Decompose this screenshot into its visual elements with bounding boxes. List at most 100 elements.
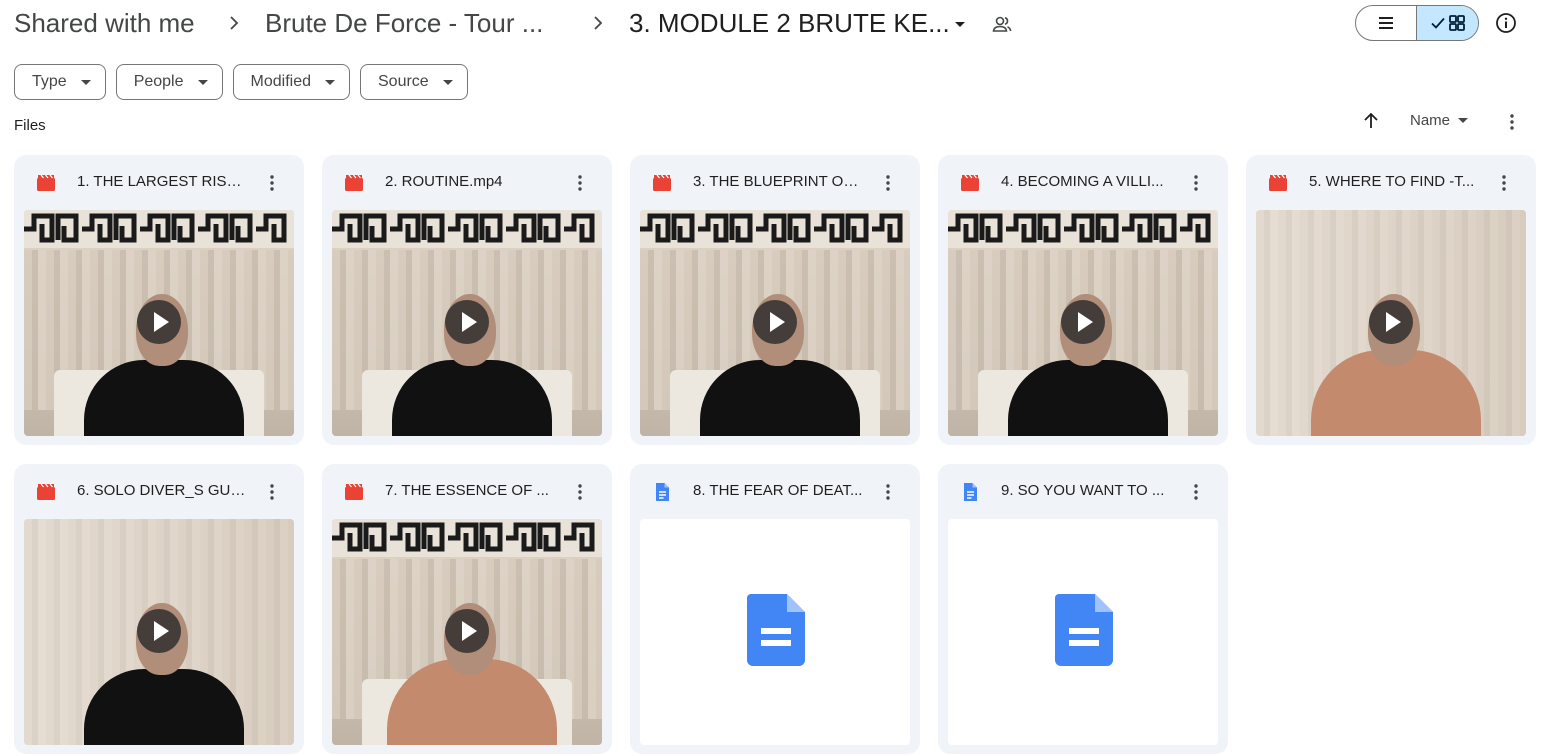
video-file-icon: [960, 173, 980, 193]
play-icon[interactable]: [445, 609, 489, 653]
file-card[interactable]: 5. WHERE TO FIND -T...: [1246, 155, 1536, 445]
thumbnail-person: [1008, 360, 1168, 436]
file-title: 6. SOLO DIVER_S GUI...: [77, 482, 247, 499]
sort-by-name-button[interactable]: Name: [1410, 112, 1469, 129]
thumbnail-pattern: [332, 519, 602, 557]
breadcrumb-shared-with-me[interactable]: Shared with me: [14, 6, 195, 40]
file-card-header: 7. THE ESSENCE OF ...: [322, 464, 612, 518]
view-toggle: [1355, 5, 1479, 41]
document-thumbnail[interactable]: [640, 519, 910, 745]
file-card[interactable]: 7. THE ESSENCE OF ...: [322, 464, 612, 754]
file-title: 9. SO YOU WANT TO ...: [1001, 482, 1165, 499]
check-icon: [1430, 17, 1445, 29]
filter-chips: Type People Modified Source: [14, 64, 468, 100]
thumbnail-person: [700, 360, 860, 436]
sort-direction-icon[interactable]: [1360, 110, 1382, 132]
grid-view-button[interactable]: [1417, 6, 1478, 40]
video-file-icon: [36, 482, 56, 502]
sort-by-label: Name: [1410, 112, 1451, 129]
file-card-header: 9. SO YOU WANT TO ...: [938, 464, 1228, 518]
file-card-header: 4. BECOMING A VILLI...: [938, 155, 1228, 209]
caret-down-icon: [442, 79, 453, 85]
file-card-header: 8. THE FEAR OF DEAT...: [630, 464, 920, 518]
video-thumbnail[interactable]: [332, 519, 602, 745]
list-icon: [1379, 17, 1393, 29]
document-thumbnail[interactable]: [948, 519, 1218, 745]
files-section-label: Files: [14, 117, 46, 134]
thumbnail-person: [84, 360, 244, 436]
filter-people-label: People: [133, 73, 184, 90]
file-card[interactable]: 1. THE LARGEST RISK ...: [14, 155, 304, 445]
filter-type-label: Type: [32, 73, 67, 90]
breadcrumb-current-folder[interactable]: 3. MODULE 2 BRUTE KE...: [629, 6, 950, 40]
header-bar: Shared with me Brute De Force - Tour ...…: [0, 0, 1544, 52]
filter-people-chip[interactable]: People: [115, 64, 223, 100]
thumbnail-pattern: [332, 210, 602, 248]
filter-modified-chip[interactable]: Modified: [232, 64, 350, 100]
video-thumbnail[interactable]: [948, 210, 1218, 436]
file-title: 3. THE BLUEPRINT OF...: [693, 173, 863, 190]
file-card-header: 5. WHERE TO FIND -T...: [1246, 155, 1536, 209]
file-card[interactable]: 8. THE FEAR OF DEAT...: [630, 464, 920, 754]
thumbnail-pattern: [640, 210, 910, 248]
video-thumbnail[interactable]: [24, 519, 294, 745]
file-more-options-icon[interactable]: [260, 171, 284, 195]
file-title: 4. BECOMING A VILLI...: [1001, 173, 1164, 190]
caret-down-icon: [80, 79, 91, 85]
video-thumbnail[interactable]: [24, 210, 294, 436]
file-more-options-icon[interactable]: [876, 171, 900, 195]
filter-type-chip[interactable]: Type: [14, 64, 106, 100]
folder-dropdown-icon[interactable]: [950, 14, 970, 34]
info-icon[interactable]: [1494, 11, 1518, 35]
file-card-header: 1. THE LARGEST RISK ...: [14, 155, 304, 209]
caret-down-icon: [325, 79, 335, 85]
file-card-header: 2. ROUTINE.mp4: [322, 155, 612, 209]
play-icon[interactable]: [445, 300, 489, 344]
file-more-options-icon[interactable]: [568, 171, 592, 195]
file-more-options-icon[interactable]: [260, 480, 284, 504]
video-thumbnail[interactable]: [640, 210, 910, 436]
play-icon[interactable]: [753, 300, 797, 344]
file-title: 1. THE LARGEST RISK ...: [77, 173, 247, 190]
video-file-icon: [36, 173, 56, 193]
thumbnail-pattern: [948, 210, 1218, 248]
file-title: 7. THE ESSENCE OF ...: [385, 482, 549, 499]
video-thumbnail[interactable]: [1256, 210, 1526, 436]
grid-icon: [1448, 15, 1465, 31]
filter-source-chip[interactable]: Source: [360, 64, 468, 100]
shared-people-icon[interactable]: [990, 12, 1014, 36]
video-file-icon: [344, 482, 364, 502]
file-card[interactable]: 3. THE BLUEPRINT OF...: [630, 155, 920, 445]
filter-modified-label: Modified: [250, 73, 311, 90]
docs-file-icon: [652, 482, 672, 502]
file-more-options-icon[interactable]: [876, 480, 900, 504]
file-more-options-icon[interactable]: [1184, 480, 1208, 504]
file-title: 8. THE FEAR OF DEAT...: [693, 482, 863, 499]
file-more-options-icon[interactable]: [568, 480, 592, 504]
file-title: 2. ROUTINE.mp4: [385, 173, 503, 190]
file-card[interactable]: 2. ROUTINE.mp4: [322, 155, 612, 445]
file-card[interactable]: 4. BECOMING A VILLI...: [938, 155, 1228, 445]
video-file-icon: [1268, 173, 1288, 193]
breadcrumb-parent-folder[interactable]: Brute De Force - Tour ...: [265, 6, 543, 40]
play-icon[interactable]: [1369, 300, 1413, 344]
file-more-options-icon[interactable]: [1492, 171, 1516, 195]
file-card-header: 6. SOLO DIVER_S GUI...: [14, 464, 304, 518]
file-more-options-icon[interactable]: [1184, 171, 1208, 195]
docs-file-icon: [960, 482, 980, 502]
list-view-button[interactable]: [1356, 6, 1418, 40]
caret-down-icon: [1458, 118, 1469, 123]
chevron-right-icon: [588, 13, 608, 33]
video-thumbnail[interactable]: [332, 210, 602, 436]
file-card[interactable]: 9. SO YOU WANT TO ...: [938, 464, 1228, 754]
play-icon[interactable]: [137, 300, 181, 344]
play-icon[interactable]: [137, 609, 181, 653]
file-card-header: 3. THE BLUEPRINT OF...: [630, 155, 920, 209]
chevron-right-icon: [224, 13, 244, 33]
play-icon[interactable]: [1061, 300, 1105, 344]
filter-source-label: Source: [378, 73, 429, 90]
thumbnail-pattern: [24, 210, 294, 248]
more-options-icon[interactable]: [1500, 110, 1524, 134]
file-card[interactable]: 6. SOLO DIVER_S GUI...: [14, 464, 304, 754]
thumbnail-person: [392, 360, 552, 436]
